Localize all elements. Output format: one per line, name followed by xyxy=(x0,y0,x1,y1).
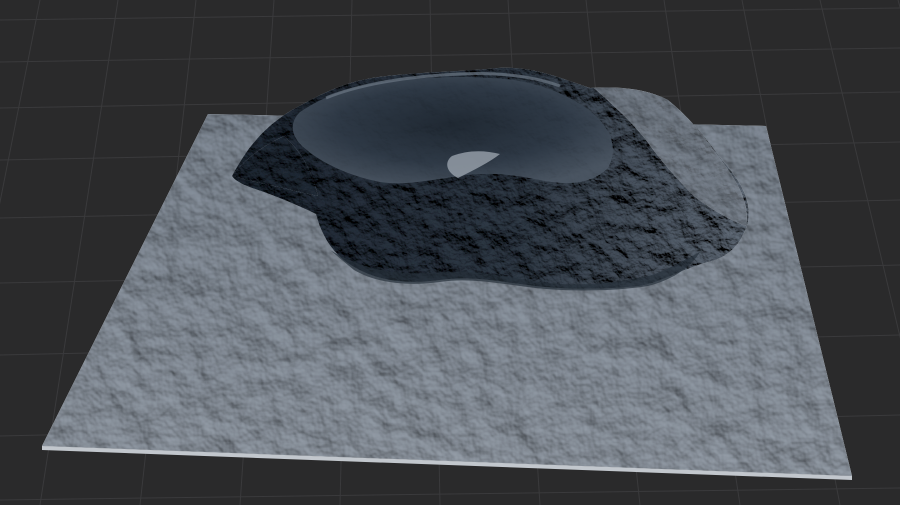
terrain-mesh-icon[interactable] xyxy=(42,67,852,480)
3d-viewport[interactable] xyxy=(0,0,900,505)
viewport-canvas[interactable] xyxy=(0,0,900,505)
